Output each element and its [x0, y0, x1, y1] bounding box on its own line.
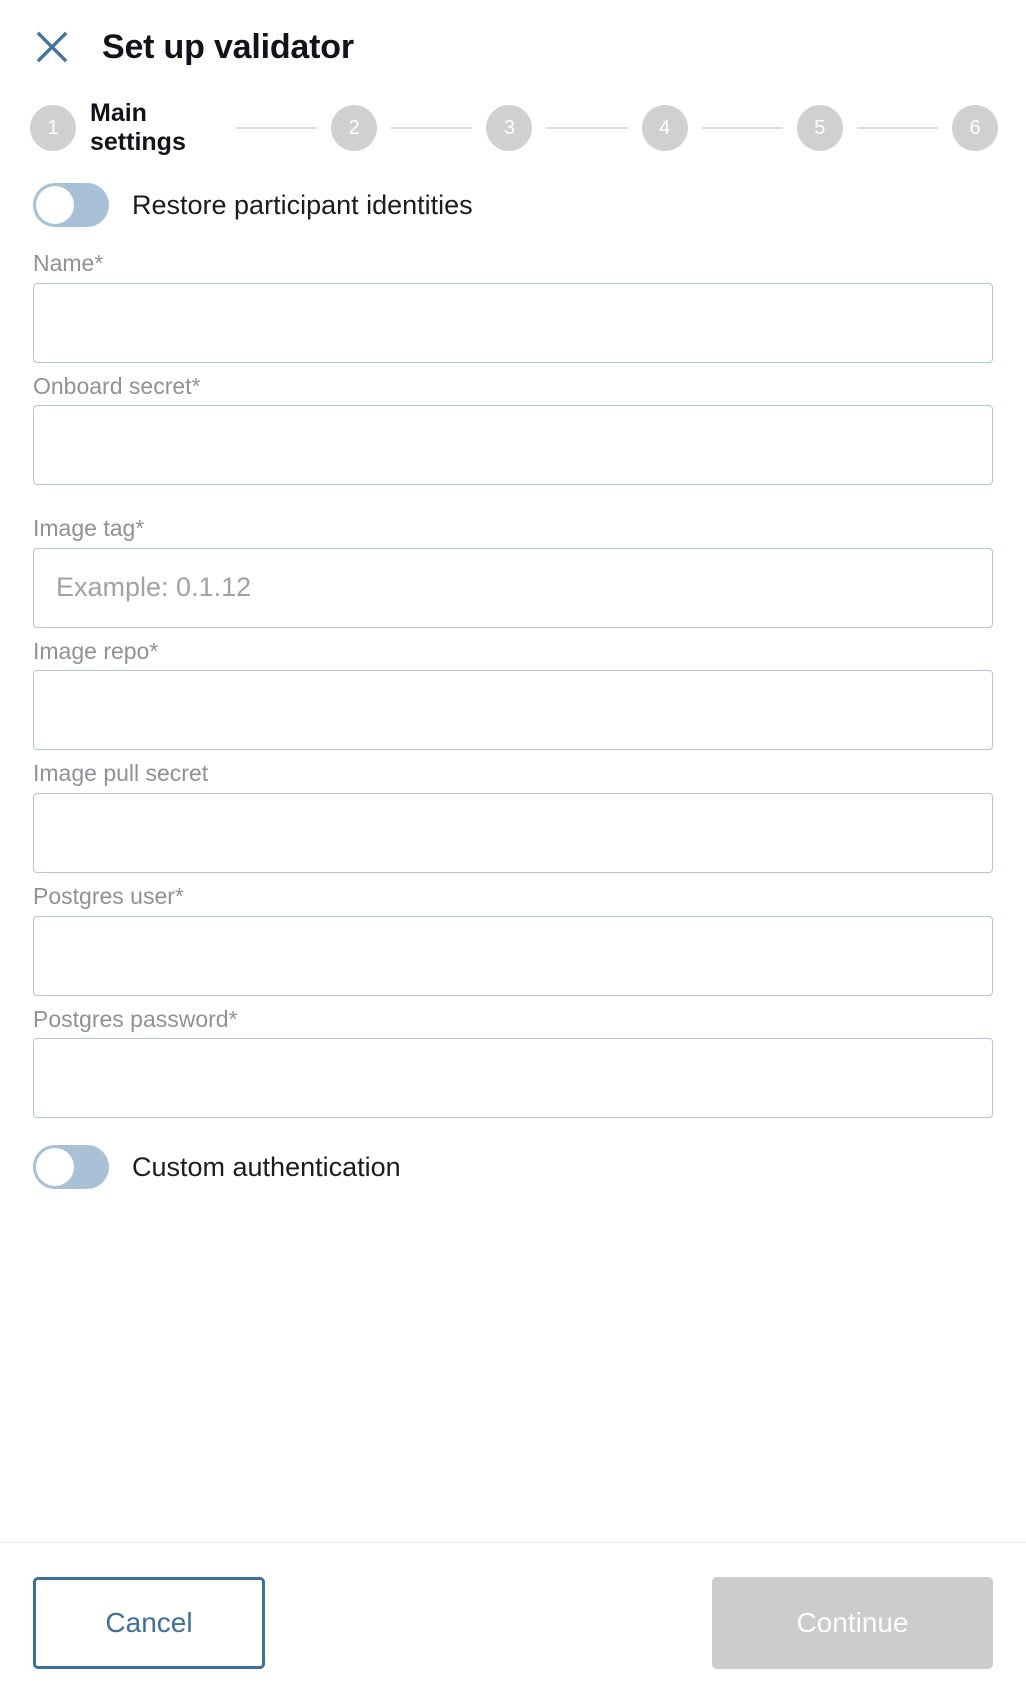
stepper-step-1[interactable]: 1 Main settings [30, 99, 210, 158]
dialog-header: Set up validator [0, 0, 1026, 78]
step-connector-3-4 [546, 127, 628, 129]
close-icon-glyph [36, 31, 68, 63]
step-circle-3[interactable]: 3 [486, 105, 533, 151]
close-icon[interactable] [30, 25, 74, 69]
field-name: Name* [33, 250, 993, 363]
restore-participant-identities-toggle[interactable] [33, 183, 109, 227]
field-image-pull-secret: Image pull secret [33, 760, 993, 873]
image-pull-secret-input[interactable] [33, 792, 993, 873]
dialog-body: Restore participant identities Name* Onb… [0, 170, 1026, 1542]
toggle-knob [36, 1148, 74, 1187]
custom-authentication-toggle[interactable] [33, 1145, 109, 1190]
field-postgres-password: Postgres password* [33, 1006, 993, 1119]
continue-button[interactable]: Continue [712, 1576, 993, 1669]
name-input[interactable] [33, 282, 993, 363]
field-label-postgres-password: Postgres password* [33, 1005, 238, 1032]
field-label-image-repo: Image repo* [33, 637, 159, 664]
image-tag-input[interactable] [33, 547, 993, 628]
field-label-postgres-user: Postgres user* [33, 882, 184, 909]
step-label-1: Main settings [90, 98, 186, 157]
restore-participant-identities-row: Restore participant identities [33, 170, 993, 240]
toggle-knob [36, 186, 74, 224]
image-repo-input[interactable] [33, 670, 993, 751]
postgres-password-input[interactable] [33, 1038, 993, 1119]
stepper: 1 Main settings 2 3 4 5 6 [0, 78, 1026, 170]
step-connector-5-6 [856, 127, 939, 129]
step-connector-1-2 [236, 127, 318, 129]
step-circle-1: 1 [30, 105, 76, 151]
field-postgres-user: Postgres user* [33, 883, 993, 996]
restore-participant-identities-label: Restore participant identities [132, 189, 473, 220]
step-connector-2-3 [391, 127, 473, 129]
step-connector-4-5 [701, 127, 783, 129]
field-label-onboard-secret: Onboard secret* [33, 372, 201, 399]
step-circle-2[interactable]: 2 [331, 105, 378, 151]
step-circle-4[interactable]: 4 [641, 105, 688, 151]
step-circle-5[interactable]: 5 [796, 105, 843, 151]
cancel-button[interactable]: Cancel [33, 1576, 265, 1669]
postgres-user-input[interactable] [33, 915, 993, 996]
stepper-remaining: 2 3 4 5 6 [222, 105, 999, 151]
dialog-footer: Cancel Continue [0, 1542, 1026, 1702]
page-title: Set up validator [102, 27, 354, 66]
step-circle-6[interactable]: 6 [952, 105, 999, 151]
field-label-image-pull-secret: Image pull secret [33, 760, 209, 787]
field-label-name: Name* [33, 250, 104, 276]
setup-validator-dialog: Set up validator 1 Main settings 2 3 4 5… [0, 0, 1026, 1702]
custom-authentication-row: Custom authentication [33, 1132, 993, 1202]
field-image-tag: Image tag* [33, 515, 993, 628]
field-image-repo: Image repo* [33, 638, 993, 751]
custom-authentication-label: Custom authentication [132, 1151, 401, 1182]
field-onboard-secret: Onboard secret* [33, 373, 993, 486]
onboard-secret-input[interactable] [33, 405, 993, 486]
field-label-image-tag: Image tag* [33, 515, 145, 542]
